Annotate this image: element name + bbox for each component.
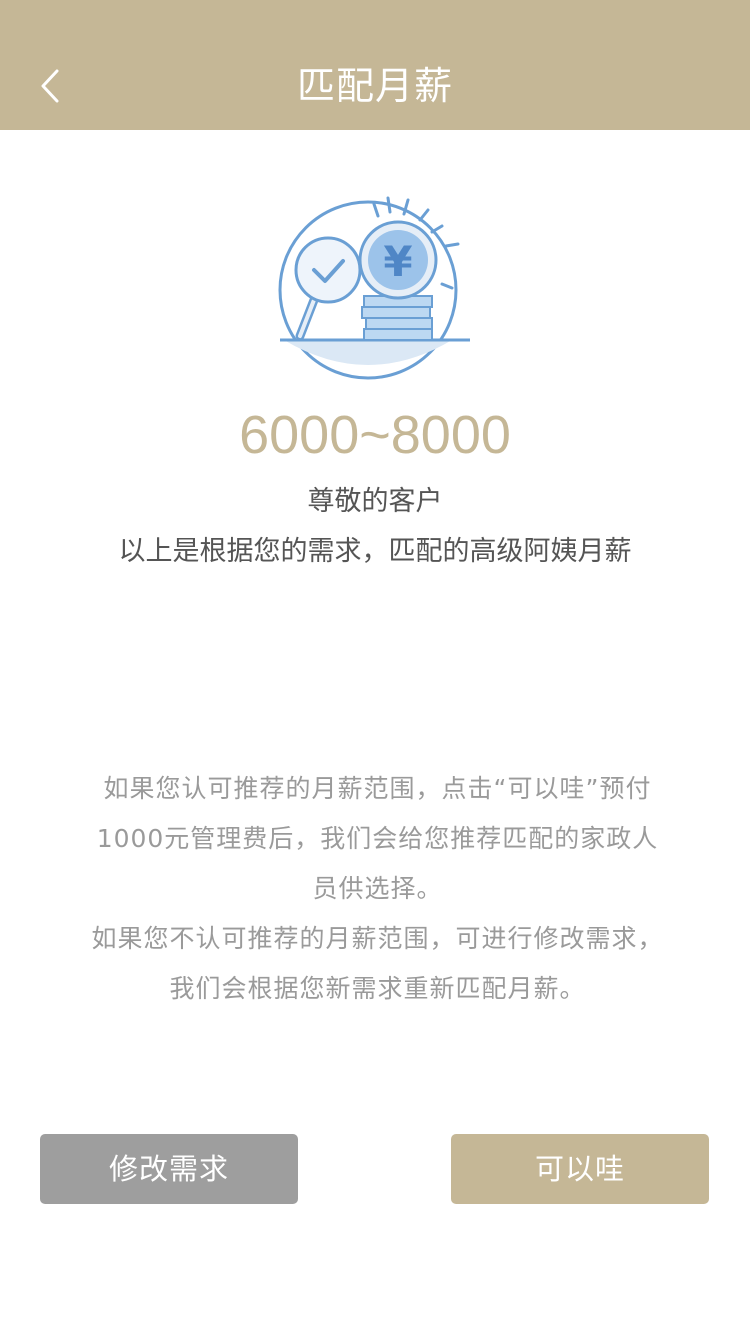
notice-paragraph-modify: 如果您不认可推荐的月薪范围，可进行修改需求，我们会根据您新需求重新匹配月薪。 xyxy=(91,924,664,1003)
page-title: 匹配月薪 xyxy=(296,64,453,108)
greeting-text: 尊敬的客户 xyxy=(307,486,443,517)
coin-magnifier-illustration: ¥ xyxy=(270,190,480,390)
modify-requirements-button[interactable]: 修改需求 xyxy=(40,1134,298,1204)
notice-text: 如果您认可推荐的月薪范围，点击“可以哇”预付1000元管理费后，我们会给您推荐匹… xyxy=(90,764,665,1014)
notice-paragraph-accept: 如果您认可推荐的月薪范围，点击“可以哇”预付1000元管理费后，我们会给您推荐匹… xyxy=(96,774,659,903)
header-bar: 匹配月薪 xyxy=(0,0,750,130)
yen-symbol: ¥ xyxy=(383,237,412,286)
match-description: 以上是根据您的需求，匹配的高级阿姨月薪 xyxy=(118,536,632,567)
accept-button[interactable]: 可以哇 xyxy=(451,1134,709,1204)
salary-match-page: 匹配月薪 ¥ 6000~8000 尊敬的客户 以上是根据您的需求，匹配的高级阿姨… xyxy=(0,0,750,1334)
salary-range-value: 6000~8000 xyxy=(239,405,511,465)
